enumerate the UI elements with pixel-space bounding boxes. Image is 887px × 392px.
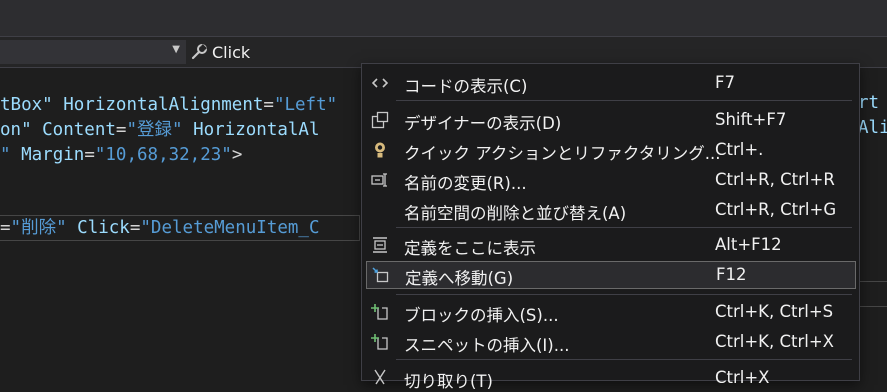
menu-item-shortcut: Ctrl+R, Ctrl+R xyxy=(715,170,835,189)
menu-item-shortcut: F12 xyxy=(716,265,747,284)
code-token: Click xyxy=(66,218,130,238)
code-line-1: tBox" HorizontalAlignment="Left" xyxy=(0,93,337,117)
menu-item-shortcut: Ctrl+R, Ctrl+G xyxy=(715,200,837,219)
code-token: = xyxy=(263,95,274,115)
code-token: > xyxy=(231,145,243,165)
menu-item-insert-snippet[interactable]: スニペットの挿入(I)... Ctrl+K, Ctrl+X xyxy=(366,328,856,356)
code-token: HorizontalAl xyxy=(182,120,320,140)
code-line-3: " Margin="10,68,32,23"> xyxy=(0,143,242,167)
menu-separator xyxy=(396,227,852,228)
code-token: HorizontalAlignment xyxy=(52,95,264,115)
code-token: = xyxy=(0,218,11,238)
menu-separator xyxy=(396,359,852,360)
menu-item-view-code[interactable]: コードの表示(C) F7 xyxy=(366,69,856,97)
menu-item-label: 定義へ移動(G) xyxy=(405,269,514,288)
menu-item-label: 定義をここに表示 xyxy=(404,239,536,258)
menu-item-label: 切り取り(T) xyxy=(404,372,493,391)
menu-item-view-designer[interactable]: デザイナーの表示(D) Shift+F7 xyxy=(366,106,856,134)
menu-item-peek-definition[interactable]: 定義をここに表示 Alt+F12 xyxy=(366,231,856,259)
menu-item-label: 名前空間の削除と並び替え(A) xyxy=(404,204,627,223)
code-token: "DeleteMenuItem_C xyxy=(140,218,320,238)
code-token: = xyxy=(115,120,127,140)
element-dropdown[interactable]: ▼ xyxy=(0,40,186,64)
menu-item-insert-block[interactable]: ブロックの挿入(S)... Ctrl+K, Ctrl+S xyxy=(366,298,856,326)
code-token: "削除" xyxy=(10,218,67,238)
designer-icon xyxy=(370,110,390,130)
context-menu: コードの表示(C) F7 デザイナーの表示(D) Shift+F7 クイック ア… xyxy=(361,63,860,391)
rename-icon xyxy=(370,170,390,190)
insert-block-icon xyxy=(370,302,390,322)
event-dropdown[interactable]: Click xyxy=(190,40,250,64)
event-label: Click xyxy=(212,42,251,62)
code-token: tBox" xyxy=(0,95,53,115)
code-token: "Left" xyxy=(273,95,338,115)
menu-item-shortcut: Ctrl+. xyxy=(715,140,764,159)
menu-item-shortcut: Shift+F7 xyxy=(715,110,787,129)
menu-item-quick-actions[interactable]: クイック アクションとリファクタリング... Ctrl+. xyxy=(366,136,856,164)
menu-separator xyxy=(396,100,852,101)
menu-item-label: 名前の変更(R)... xyxy=(404,174,527,193)
cut-icon xyxy=(370,368,390,388)
menu-item-shortcut: F7 xyxy=(715,73,735,92)
current-line-highlight xyxy=(856,281,887,307)
lightbulb-icon xyxy=(370,140,390,160)
code-token: on" xyxy=(0,120,32,140)
menu-item-shortcut: Alt+F12 xyxy=(715,235,782,254)
goto-definition-icon xyxy=(371,265,391,285)
code-token: Margin xyxy=(10,145,85,165)
menu-item-label: コードの表示(C) xyxy=(404,77,528,96)
menu-item-shortcut: Ctrl+K, Ctrl+X xyxy=(715,332,834,351)
menu-item-go-to-definition[interactable]: 定義へ移動(G) F12 xyxy=(366,261,856,289)
code-token: Content xyxy=(31,120,116,140)
title-strip xyxy=(0,0,887,37)
menu-item-label: クイック アクションとリファクタリング... xyxy=(404,144,721,163)
code-token: = xyxy=(129,218,141,238)
code-line-4: ="削除" Click="DeleteMenuItem_C xyxy=(0,216,320,240)
chevron-down-icon[interactable]: ▼ xyxy=(172,44,180,55)
menu-item-cut[interactable]: 切り取り(T) Ctrl+X xyxy=(366,364,856,392)
code-token: "10,68,32,23" xyxy=(94,145,232,165)
menu-separator xyxy=(396,294,852,295)
menu-item-shortcut: Ctrl+X xyxy=(715,368,770,387)
peek-definition-icon xyxy=(370,235,390,255)
code-token: = xyxy=(84,145,95,165)
wrench-icon xyxy=(191,44,207,60)
code-token: " xyxy=(0,145,11,165)
code-fragment-right: Ali xyxy=(858,118,887,138)
menu-item-shortcut: Ctrl+K, Ctrl+S xyxy=(715,302,834,321)
code-icon xyxy=(370,73,390,93)
menu-item-remove-and-sort-namespaces[interactable]: 名前空間の削除と並び替え(A) Ctrl+R, Ctrl+G xyxy=(366,196,856,224)
code-fragment-right: rt xyxy=(858,93,880,113)
menu-item-label: ブロックの挿入(S)... xyxy=(404,306,559,325)
insert-snippet-icon xyxy=(370,332,390,352)
code-line-2: on" Content="登録" HorizontalAl xyxy=(0,118,320,142)
menu-item-label: デザイナーの表示(D) xyxy=(404,114,562,133)
menu-item-label: スニペットの挿入(I)... xyxy=(404,336,570,355)
code-token: "登録" xyxy=(126,120,183,140)
menu-item-rename[interactable]: 名前の変更(R)... Ctrl+R, Ctrl+R xyxy=(366,166,856,194)
